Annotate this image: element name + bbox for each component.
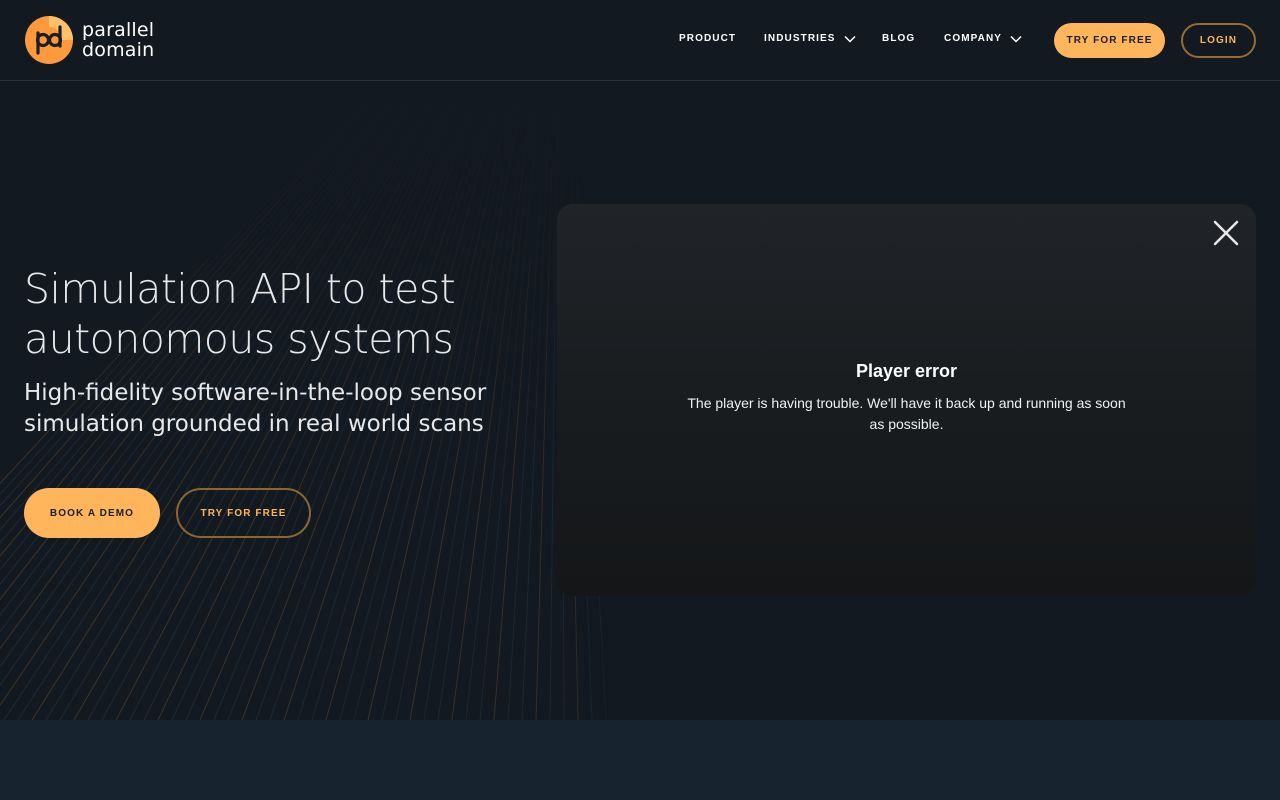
next-section <box>0 720 1280 800</box>
chevron-down-icon <box>844 35 856 43</box>
nav-product[interactable]: PRODUCT <box>679 33 736 44</box>
nav-blog-label: BLOG <box>882 33 916 44</box>
main-nav: PRODUCT INDUSTRIES BLOG COMPANY TRY FOR … <box>0 0 1280 80</box>
hero-subtitle: High-fidelity software-in-the-loop senso… <box>24 380 487 437</box>
nav-company[interactable]: COMPANY <box>944 33 1022 44</box>
nav-industries-label: INDUSTRIES <box>764 33 836 44</box>
close-icon[interactable] <box>1211 218 1241 248</box>
player-error-message: The player is having trouble. We'll have… <box>687 395 1126 432</box>
nav-industries[interactable]: INDUSTRIES <box>764 33 856 44</box>
chevron-down-icon <box>1010 35 1022 43</box>
player-error-title: Player error <box>855 361 958 381</box>
login-button[interactable]: LOGIN <box>1181 23 1256 58</box>
hero-title: Simulation API to test autonomous system… <box>24 265 456 363</box>
book-demo-button[interactable]: BOOK A DEMO <box>24 488 160 538</box>
site-header: parallel domain PRODUCT INDUSTRIES BLOG … <box>0 0 1280 81</box>
nav-blog[interactable]: BLOG <box>882 33 915 44</box>
nav-product-label: PRODUCT <box>679 33 737 44</box>
hero-try-for-free-button[interactable]: TRY FOR FREE <box>176 488 311 538</box>
header-try-for-free-button[interactable]: TRY FOR FREE <box>1054 23 1165 58</box>
nav-company-label: COMPANY <box>944 33 1003 44</box>
video-player[interactable]: Player error The player is having troubl… <box>557 204 1256 596</box>
